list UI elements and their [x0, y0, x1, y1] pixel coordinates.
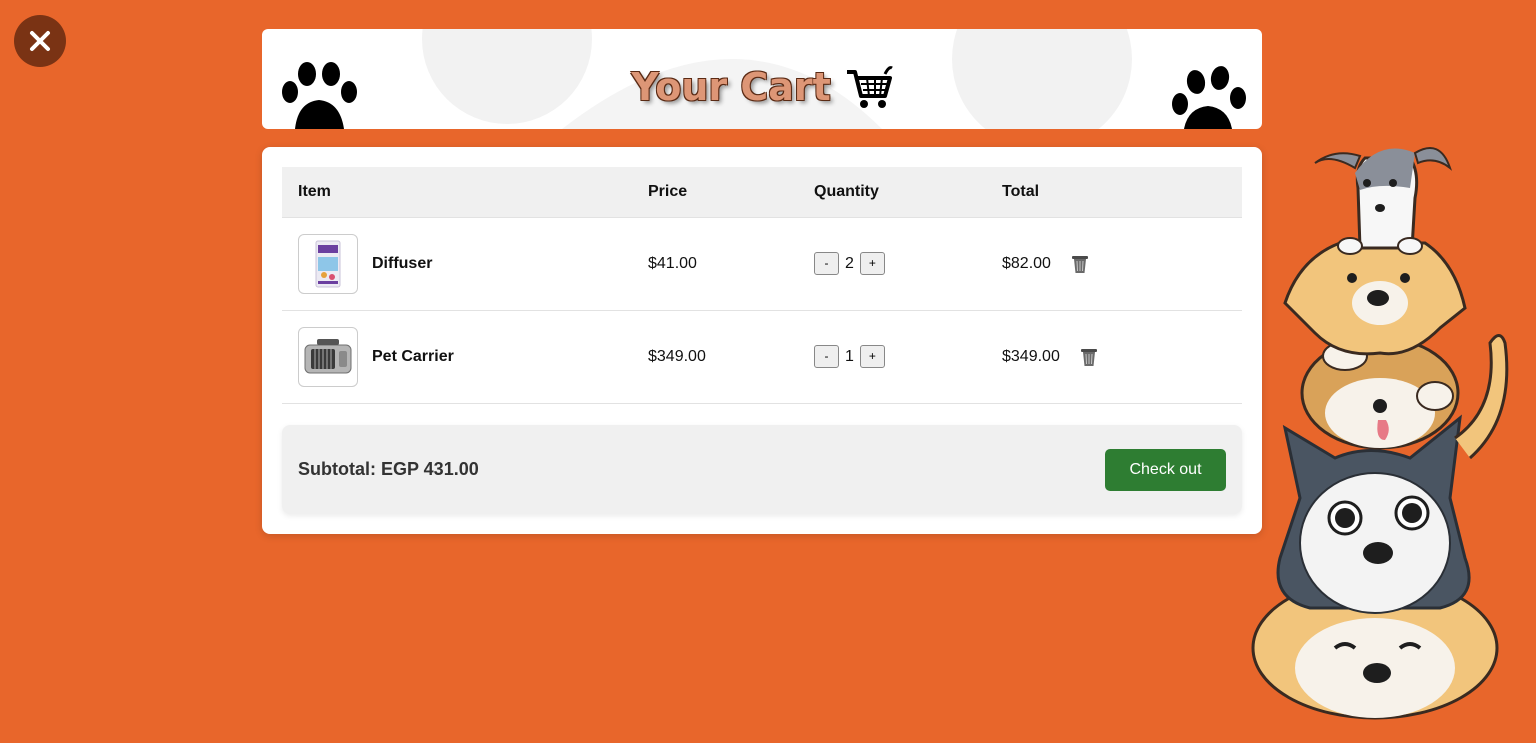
header-title-group: Your Cart — [262, 64, 1262, 110]
column-header-quantity: Quantity — [798, 167, 986, 218]
diffuser-product-image — [315, 240, 341, 287]
cart-table: Item Price Quantity Total Diffuser $41.0… — [282, 167, 1242, 404]
quantity-value: 1 — [845, 347, 854, 365]
table-header-row: Item Price Quantity Total — [282, 167, 1242, 218]
table-row: Diffuser $41.00 - 2 + $82.00 — [282, 217, 1242, 311]
increase-quantity-button[interactable]: + — [859, 252, 885, 275]
diffuser-product-image[interactable] — [298, 233, 358, 294]
column-header-item: Item — [282, 167, 632, 218]
remove-item-button[interactable] — [1080, 347, 1098, 367]
pet-carrier-product-image[interactable] — [298, 326, 358, 387]
cart-panel: Item Price Quantity Total Diffuser $41.0… — [262, 147, 1262, 534]
column-header-total: Total — [986, 167, 1242, 218]
trash-icon — [1080, 348, 1097, 366]
item-total: $349.00 — [1002, 347, 1060, 365]
item-total: $82.00 — [1002, 254, 1051, 272]
increase-quantity-button[interactable]: + — [859, 345, 885, 368]
column-header-price: Price — [632, 167, 798, 218]
quantity-stepper: - 1 + — [814, 345, 986, 368]
subtotal-text: Subtotal: EGP 431.00 — [298, 459, 479, 479]
table-row: Pet Carrier $349.00 - 1 + $349.00 — [282, 310, 1242, 404]
page-title: Your Cart — [631, 65, 831, 109]
subtotal-panel: Subtotal: EGP 431.00 Check out — [282, 425, 1242, 514]
shopping-cart-icon — [846, 66, 893, 108]
item-price: $41.00 — [632, 217, 798, 311]
checkout-button[interactable]: Check out — [1105, 448, 1226, 491]
decrease-quantity-button[interactable]: - — [814, 252, 839, 275]
remove-item-button[interactable] — [1071, 254, 1089, 274]
quantity-value: 2 — [845, 254, 854, 272]
pet-carrier-product-image — [304, 338, 352, 373]
close-button[interactable] — [14, 15, 66, 67]
quantity-stepper: - 2 + — [814, 252, 986, 275]
decrease-quantity-button[interactable]: - — [814, 345, 839, 368]
item-name: Pet Carrier — [372, 347, 454, 365]
close-icon — [30, 31, 50, 51]
trash-icon — [1071, 255, 1088, 273]
dogs-illustration — [1251, 147, 1509, 720]
item-name: Diffuser — [372, 254, 433, 272]
cart-header-banner: Your Cart — [262, 29, 1262, 129]
item-price: $349.00 — [632, 310, 798, 404]
